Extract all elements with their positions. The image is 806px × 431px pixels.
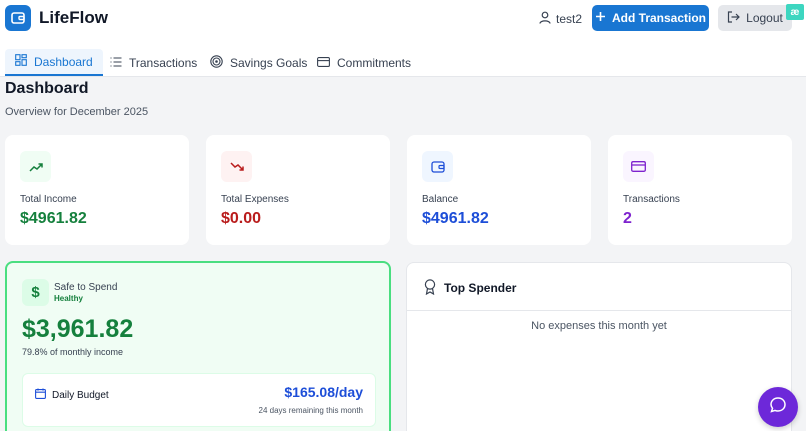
daily-budget-box: Daily Budget $165.08/day 24 days remaini… xyxy=(22,373,376,427)
stat-card-total-expenses: Total Expenses $0.00 xyxy=(206,135,390,245)
logout-icon xyxy=(727,10,740,26)
dollar-icon: $ xyxy=(22,279,49,306)
daily-budget-label-row: Daily Budget xyxy=(35,388,109,402)
income-percent-note: 79.8% of monthly income xyxy=(22,347,124,357)
stat-value: $4961.82 xyxy=(422,210,489,227)
stat-card-total-income: Total Income $4961.82 xyxy=(5,135,189,245)
logout-button[interactable]: Logout xyxy=(718,5,792,31)
tab-label: Transactions xyxy=(129,55,198,70)
stat-label: Total Income xyxy=(20,194,77,205)
safe-to-spend-amount: $3,961.82 xyxy=(22,315,134,343)
empty-state-message: No expenses this month yet xyxy=(531,320,667,332)
tab-savings-goals[interactable]: Savings Goals xyxy=(200,49,317,76)
safe-to-spend-title: Safe to Spend xyxy=(54,282,118,293)
chat-bubble-icon xyxy=(769,396,787,419)
app-title: LifeFlow xyxy=(39,8,108,27)
safe-to-spend-card: $ Safe to Spend Healthy $3,961.82 79.8% … xyxy=(5,261,391,431)
top-spender-title: Top Spender xyxy=(444,281,517,295)
award-icon xyxy=(424,279,436,300)
daily-budget-label: Daily Budget xyxy=(52,389,109,401)
add-transaction-button[interactable]: Add Transaction xyxy=(592,5,709,31)
stat-value: $4961.82 xyxy=(20,210,87,227)
daily-budget-value: $165.08/day xyxy=(284,384,363,400)
stat-card-transactions: Transactions 2 xyxy=(608,135,792,245)
stat-label: Transactions xyxy=(623,194,680,205)
status-badge: Healthy xyxy=(54,294,83,303)
top-spender-card: Top Spender No expenses this month yet xyxy=(406,262,792,431)
extension-badge[interactable]: æ xyxy=(786,4,804,20)
app-header: LifeFlow test2 Add Transaction Logout æ xyxy=(0,0,806,39)
logout-label: Logout xyxy=(746,11,783,25)
tab-label: Dashboard xyxy=(34,54,93,69)
page-subtitle: Overview for December 2025 xyxy=(5,106,149,118)
stat-label: Balance xyxy=(422,194,459,205)
tab-label: Commitments xyxy=(337,55,412,70)
tab-dashboard[interactable]: Dashboard xyxy=(5,49,103,76)
username-label: test2 xyxy=(556,12,583,26)
tab-transactions[interactable]: Transactions xyxy=(100,49,207,76)
top-spender-header: Top Spender xyxy=(407,263,791,311)
grid-icon xyxy=(15,54,27,69)
chat-button[interactable] xyxy=(758,387,798,427)
stat-card-balance: Balance $4961.82 xyxy=(407,135,591,245)
calendar-icon xyxy=(35,388,46,402)
days-remaining-note: 24 days remaining this month xyxy=(258,406,364,415)
plus-icon xyxy=(595,11,606,25)
stat-value: $0.00 xyxy=(221,210,262,227)
wallet-logo-icon xyxy=(5,5,31,31)
target-icon xyxy=(210,54,223,71)
user-icon xyxy=(539,11,551,27)
card-icon xyxy=(317,56,330,70)
wallet-icon xyxy=(422,151,453,182)
tab-label: Savings Goals xyxy=(230,55,308,70)
trending-down-icon xyxy=(221,151,252,182)
list-icon xyxy=(110,56,122,70)
stat-label: Total Expenses xyxy=(221,194,289,205)
page-title: Dashboard xyxy=(5,80,89,97)
main-tabs: Dashboard Transactions Savings Goals Com… xyxy=(0,39,806,77)
tab-commitments[interactable]: Commitments xyxy=(307,49,421,76)
trending-up-icon xyxy=(20,151,51,182)
add-transaction-label: Add Transaction xyxy=(611,11,706,25)
stat-value: 2 xyxy=(623,210,632,227)
user-menu[interactable]: test2 xyxy=(539,11,582,27)
credit-card-icon xyxy=(623,151,654,182)
